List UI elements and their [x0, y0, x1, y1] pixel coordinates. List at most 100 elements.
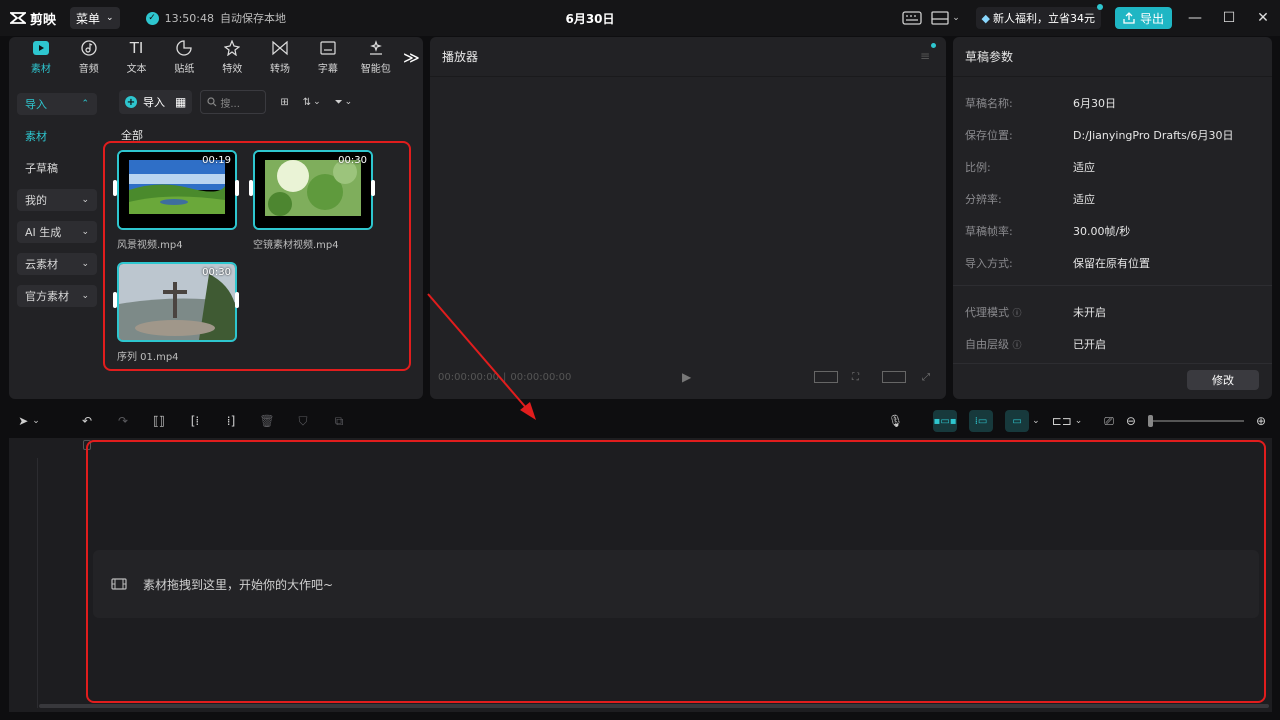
draft-row: 代理模式 ⓘ 未开启 [965, 304, 1265, 320]
grid-qr-icon[interactable]: ▦ [175, 95, 186, 109]
fit-icon[interactable]: ⛶ [852, 372, 859, 383]
modify-button[interactable]: 修改 [1187, 370, 1259, 390]
select-tool-button[interactable]: ➤ ⌄ [9, 406, 49, 436]
split-right-button[interactable]: ⁞] [213, 406, 249, 436]
chevron-down-icon: ⌄ [952, 13, 960, 23]
draft-value: 6月30日 [1073, 97, 1116, 110]
divider [953, 285, 1272, 286]
sidebar-item-official[interactable]: 官方素材 ⌄ [17, 285, 97, 307]
tab-caption[interactable]: 字幕 [304, 37, 352, 77]
split-left-button[interactable]: [⁞ [177, 406, 213, 436]
undo-button[interactable]: ↶ [69, 406, 105, 436]
linkage-button[interactable]: ▭ ⌄ [1005, 409, 1040, 433]
tab-label: 音频 [78, 64, 99, 75]
zoom-slider-handle[interactable] [1147, 415, 1153, 427]
undo-icon: ↶ [81, 414, 93, 428]
horizontal-scrollbar[interactable] [39, 704, 1269, 708]
close-button[interactable]: ✕ [1246, 0, 1280, 36]
import-button[interactable]: + 导入 ▦ [119, 90, 193, 114]
tab-effects[interactable]: 特效 [208, 37, 256, 77]
chevron-down-icon: ⌄ [344, 97, 353, 107]
chevron-down-icon: ⌄ [81, 259, 89, 269]
redo-icon: ↷ [117, 414, 129, 428]
chevron-down-icon: ⌄ [81, 195, 89, 205]
annotation-highlight-box [86, 440, 1266, 703]
divider [953, 363, 1272, 364]
more-tabs-button[interactable]: ≫ [400, 37, 423, 77]
edit-button[interactable]: ⧉ [321, 406, 357, 436]
tab-label: 智能包 [360, 64, 391, 75]
tab-smart[interactable]: 智能包 [352, 37, 400, 77]
record-audio-button[interactable]: 🎙 [888, 409, 903, 433]
view-toggle-button[interactable]: ⊞ [280, 97, 288, 108]
media-play-icon [32, 39, 50, 57]
sidebar-item-media[interactable]: 素材 [17, 125, 97, 147]
zoom-in-button[interactable]: ⊕ [1256, 409, 1266, 433]
filter-button[interactable]: ⏷ ⌄ [335, 97, 353, 108]
sidebar-item-subdraft[interactable]: 子草稿 [17, 157, 97, 179]
sidebar-item-import[interactable]: 导入 ⌃ [17, 93, 97, 115]
autosave-label: 自动保存本地 [219, 12, 286, 25]
tab-audio[interactable]: 音频 [65, 37, 113, 77]
tab-text[interactable]: TI 文本 [113, 37, 161, 77]
filter-icon: ⏷ [334, 96, 343, 108]
zoom-slider[interactable] [1147, 415, 1244, 427]
tab-media[interactable]: 素材 [17, 37, 65, 77]
layout-icon[interactable]: ⌄ [926, 4, 966, 32]
screen-icon: ⎚ [1104, 413, 1114, 428]
mark-button[interactable]: ⛉ [285, 406, 321, 436]
trash-icon: 🗑 [259, 414, 275, 428]
tab-transition[interactable]: 转场 [256, 37, 304, 77]
tab-sticker[interactable]: 贴纸 [160, 37, 208, 77]
info-icon[interactable]: ⓘ [1013, 309, 1022, 319]
project-title: 6月30日 [565, 12, 615, 26]
screenshot-button[interactable]: ⎚ [1104, 409, 1114, 433]
draft-value: 未开启 [1073, 306, 1106, 319]
tab-label: 贴纸 [174, 64, 195, 75]
play-icon[interactable]: ▶ [682, 370, 691, 384]
sidebar-item-cloud[interactable]: 云素材 ⌄ [17, 253, 97, 275]
chevron-down-icon: ⌄ [81, 227, 89, 237]
timecode-current: 00:00:00:00 [438, 371, 500, 383]
export-button[interactable]: 导出 [1114, 7, 1172, 29]
draft-value: D:/JianyingPro Drafts/6月30日 [1073, 129, 1234, 142]
delete-button[interactable]: 🗑 [249, 406, 285, 436]
timeline-area[interactable]: 素材拖拽到这里，开始你的大作吧~ [9, 438, 1272, 712]
plus-icon: + [125, 96, 137, 108]
player-panel: 播放器 ≡ 00:00:00:00 | 00:00:00:00 ▶ ⛶ ⤢ [430, 37, 946, 399]
draft-value: 适应 [1073, 193, 1095, 206]
draft-row: 自由层级 ⓘ 已开启 [965, 336, 1265, 352]
import-label: 导入 [143, 96, 165, 109]
auto-snap-button[interactable]: ⁞▭ [969, 410, 994, 432]
info-icon[interactable]: ⓘ [1013, 341, 1022, 351]
aspect-icon[interactable] [882, 371, 906, 383]
sort-button[interactable]: ⇅ ⌄ [303, 97, 321, 108]
search-input[interactable]: 搜... [200, 90, 267, 114]
split-button[interactable]: ⟦⟧ [141, 406, 177, 436]
fullscreen-icon[interactable]: ⤢ [922, 372, 930, 383]
main-track-magnet-button[interactable]: ▪▭▪ [933, 410, 958, 432]
draft-key: 导入方式: [965, 257, 1013, 270]
sidebar-item-mine[interactable]: 我的 ⌄ [17, 189, 97, 211]
sidebar-item-ai[interactable]: AI 生成 ⌄ [17, 221, 97, 243]
minimize-button[interactable]: — [1178, 0, 1212, 36]
ratio-icon[interactable] [814, 371, 838, 383]
shortcut-keyboard-icon[interactable] [898, 4, 926, 32]
view-grid-icon: ⊞ [280, 96, 289, 108]
promo-badge[interactable]: ◆ 新人福利，立省34元 [975, 4, 1103, 29]
maximize-button[interactable]: ☐ [1212, 0, 1246, 36]
tab-label: 特效 [222, 64, 243, 75]
timecode-separator: | [503, 371, 507, 383]
menu-button[interactable]: 菜单 ⌄ [70, 7, 120, 29]
draft-title: 草稿参数 [965, 50, 1014, 64]
sidebar-item-label: 官方素材 [25, 290, 69, 303]
draft-key: 草稿名称: [965, 97, 1013, 110]
player-title: 播放器 [442, 50, 479, 64]
snap-icon: ⁞▭ [974, 415, 988, 427]
zoom-out-button[interactable]: ⊖ [1126, 409, 1136, 433]
player-menu-icon[interactable]: ≡ [920, 49, 930, 63]
menu-label: 菜单 [76, 11, 101, 26]
draft-key-text: 代理模式 [965, 306, 1009, 319]
redo-button[interactable]: ↷ [105, 406, 141, 436]
preview-axis-button[interactable]: ⊏⊐ ⌄ [1052, 409, 1083, 433]
